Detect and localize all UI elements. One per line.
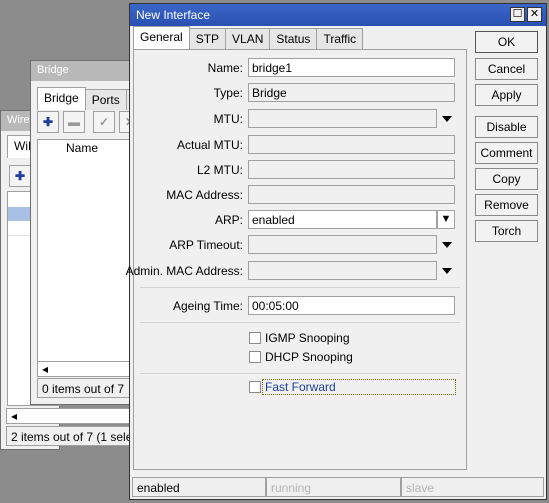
tab-traffic[interactable]: Traffic [316,28,364,49]
scroll-left-icon[interactable]: ◂ [11,409,17,423]
l2-mtu-label: L2 MTU: [196,163,243,177]
remove-icon[interactable]: ▬ [63,111,85,133]
enable-icon[interactable]: ✓ [93,111,115,133]
admin-mac-dropdown-icon[interactable] [442,268,452,274]
divider [140,322,460,323]
arp-timeout-label: ARP Timeout: [169,238,243,252]
arp-timeout-dropdown-icon[interactable] [442,242,452,248]
type-field: Bridge [248,83,455,102]
torch-button[interactable]: Torch [475,220,538,242]
comment-button[interactable]: Comment [475,142,538,164]
dialog-title-bar: New Interface ☐ ✕ [130,4,546,26]
arp-label: ARP: [214,213,243,227]
igmp-snooping-checkbox[interactable] [249,332,261,344]
admin-mac-label: Admin. MAC Address: [125,264,243,278]
dhcp-snooping-label[interactable]: DHCP Snooping [265,350,353,364]
status-enabled: enabled [132,477,266,497]
tab-stp[interactable]: STP [188,28,227,49]
arp-timeout-input[interactable] [248,235,437,254]
bridge-window-title: Bridge [31,61,139,81]
mtu-dropdown-icon[interactable] [442,116,452,122]
actual-mtu-field [248,135,455,154]
copy-button[interactable]: Copy [475,168,538,190]
igmp-snooping-label[interactable]: IGMP Snooping [265,331,350,345]
arp-dropdown-button[interactable]: ▼ [437,210,455,229]
name-label: Name: [207,61,243,75]
tab-ports[interactable]: Ports [84,89,127,110]
dialog-title: New Interface [136,8,211,22]
column-header-name[interactable]: Name [66,141,98,155]
l2-mtu-field [248,160,455,179]
remove-button[interactable]: Remove [475,194,538,216]
mac-address-label: MAC Address: [166,188,243,202]
bridge-hscroll[interactable]: ◂ [37,361,141,377]
bridge-status-bar: 0 items out of 7 [37,378,141,398]
add-button[interactable]: ✚ [37,111,59,133]
divider [140,373,460,374]
apply-button[interactable]: Apply [475,84,538,106]
actual-mtu-label: Actual MTU: [176,138,243,152]
tab-status[interactable]: Status [269,28,318,49]
cancel-button[interactable]: Cancel [475,58,538,80]
admin-mac-input[interactable] [248,261,437,280]
tab-bridge[interactable]: Bridge [37,87,86,110]
status-running: running [266,477,401,497]
disable-button[interactable]: Disable [475,116,538,138]
dialog-tabs: General STP VLAN Status Traffic [133,26,364,49]
ageing-time-input[interactable]: 00:05:00 [248,296,455,315]
tab-general[interactable]: General [133,26,190,49]
ageing-time-label: Ageing Time: [172,299,243,313]
scroll-left-icon[interactable]: ◂ [42,362,48,376]
bridge-list: Name [37,139,141,367]
maximize-icon[interactable]: ☐ [510,7,525,22]
ok-button[interactable]: OK [475,31,538,53]
dhcp-snooping-checkbox[interactable] [249,351,261,363]
name-input[interactable]: bridge1 [248,58,455,77]
divider [140,287,460,288]
type-label: Type: [213,86,243,100]
bridge-window: Bridge Bridge Ports VL ✚ ▬ ✓ ✕ Name ◂ 0 … [30,60,155,405]
close-icon[interactable]: ✕ [527,7,542,22]
status-slave: slave [401,477,544,497]
arp-select[interactable]: enabled [248,210,437,229]
fast-forward-checkbox[interactable] [249,381,261,393]
mac-address-field [248,185,455,204]
mtu-label: MTU: [213,112,243,126]
mtu-input[interactable] [248,109,437,128]
fast-forward-label[interactable]: Fast Forward [262,379,456,395]
add-button[interactable]: ✚ [9,165,31,187]
tab-vlan[interactable]: VLAN [225,28,271,49]
